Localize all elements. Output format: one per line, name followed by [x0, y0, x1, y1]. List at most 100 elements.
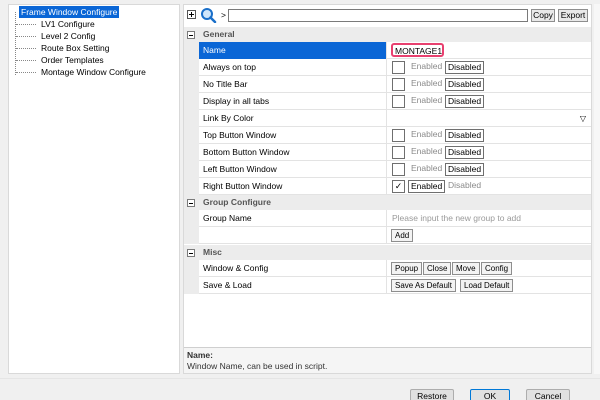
tree-item-frame-window-configure[interactable]: Frame Window Configure — [19, 6, 120, 18]
scrollbar[interactable] — [594, 4, 600, 374]
save-as-default-button[interactable]: Save As Default — [391, 279, 456, 292]
name-value-input[interactable]: MONTAGE1 — [391, 43, 444, 57]
group-name-input[interactable]: Please input the new group to add — [388, 210, 591, 227]
section-group-label: Group Configure — [203, 197, 271, 207]
row-gutter — [184, 127, 199, 144]
row-add: Add — [184, 227, 591, 244]
section-misc-label: Misc — [203, 247, 222, 257]
disabled-option[interactable]: Disabled — [445, 78, 485, 91]
section-misc[interactable]: Misc — [184, 245, 591, 260]
tree-branch — [16, 72, 36, 73]
row-gutter — [184, 260, 199, 277]
property-grid: General Name MONTAGE1 Always on top Enab… — [184, 27, 591, 347]
section-general[interactable]: General — [184, 27, 591, 42]
restore-button[interactable]: Restore — [410, 389, 454, 400]
value-cell: Enabled Disabled — [388, 76, 591, 93]
tree-item-route-box-setting[interactable]: Route Box Setting — [39, 42, 112, 54]
row-label: Save & Load — [199, 277, 387, 294]
row-gutter — [184, 93, 199, 110]
value-cell: Enabled Disabled — [388, 93, 591, 110]
collapse-icon[interactable] — [187, 249, 195, 257]
popup-button[interactable]: Popup — [391, 262, 423, 275]
row-right-button-window: Right Button Window ✓ Enabled Disabled — [184, 178, 591, 195]
expand-all-icon[interactable] — [187, 10, 196, 19]
config-tree[interactable]: Frame Window Configure LV1 Configure Lev… — [8, 4, 180, 374]
export-button[interactable]: Export — [558, 9, 588, 22]
divider — [0, 378, 600, 379]
close-button[interactable]: Close — [423, 262, 452, 275]
disabled-option[interactable]: Disabled — [445, 129, 485, 142]
row-label: Group Name — [199, 210, 387, 227]
bottom-button-window-checkbox[interactable] — [392, 146, 405, 159]
enabled-option[interactable]: Enabled — [409, 163, 444, 176]
tree-item-level-2-config[interactable]: Level 2 Config — [39, 30, 97, 42]
row-bottom-button-window: Bottom Button Window Enabled Disabled — [184, 144, 591, 161]
tree-branch — [16, 24, 36, 25]
enabled-option[interactable]: Enabled — [409, 129, 444, 142]
row-group-name: Group Name Please input the new group to… — [184, 210, 591, 227]
row-left-button-window: Left Button Window Enabled Disabled — [184, 161, 591, 178]
add-group-button[interactable]: Add — [391, 229, 414, 242]
cancel-button[interactable]: Cancel — [526, 389, 570, 400]
property-panel: > Copy Export General Name MONTAGE1 Alwa… — [183, 4, 592, 374]
row-label: Display in all tabs — [199, 93, 387, 110]
disabled-option[interactable]: Disabled — [445, 95, 485, 108]
disabled-option[interactable]: Disabled — [446, 180, 483, 193]
config-button[interactable]: Config — [481, 262, 513, 275]
enabled-option[interactable]: Enabled — [409, 78, 444, 91]
row-always-on-top: Always on top Enabled Disabled — [184, 59, 591, 76]
row-link-by-color: Link By Color ▽ — [184, 110, 591, 127]
load-default-button[interactable]: Load Default — [460, 279, 514, 292]
tree-item-order-templates[interactable]: Order Templates — [39, 54, 106, 66]
disabled-option[interactable]: Disabled — [445, 146, 485, 159]
value-cell: Enabled Disabled — [388, 59, 591, 76]
no-title-bar-checkbox[interactable] — [392, 78, 405, 91]
copy-button[interactable]: Copy — [531, 9, 555, 22]
row-name[interactable]: Name MONTAGE1 — [184, 42, 591, 59]
search-icon[interactable] — [200, 7, 218, 24]
value-cell: Enabled Disabled — [388, 161, 591, 178]
ok-button[interactable]: OK — [470, 389, 510, 400]
disabled-option[interactable]: Disabled — [445, 61, 485, 74]
checkmark-icon[interactable]: ✓ — [392, 180, 405, 193]
row-label: Top Button Window — [199, 127, 387, 144]
row-label: Bottom Button Window — [199, 144, 387, 161]
row-label: Link By Color — [199, 110, 387, 127]
left-button-window-checkbox[interactable] — [392, 163, 405, 176]
row-label: Window & Config — [199, 260, 387, 277]
value-cell: Save As Default Load Default — [388, 277, 591, 294]
collapse-icon[interactable] — [187, 31, 195, 39]
disabled-option[interactable]: Disabled — [445, 163, 485, 176]
value-cell: Enabled Disabled — [388, 144, 591, 161]
group-name-placeholder: Please input the new group to add — [392, 213, 522, 223]
description-title: Name: — [187, 350, 213, 360]
link-by-color-dropdown[interactable]: ▽ — [388, 110, 591, 127]
tree-item-lv1-configure[interactable]: LV1 Configure — [39, 18, 97, 30]
row-gutter — [184, 161, 199, 178]
enabled-option[interactable]: Enabled — [409, 61, 444, 74]
enabled-option[interactable]: Enabled — [409, 95, 444, 108]
tree-item-montage-window-configure[interactable]: Montage Window Configure — [39, 66, 148, 78]
row-label: Right Button Window — [199, 178, 387, 195]
row-label: No Title Bar — [199, 76, 387, 93]
search-input[interactable] — [228, 9, 528, 22]
move-button[interactable]: Move — [452, 262, 480, 275]
row-gutter — [184, 210, 199, 227]
value-cell: Add — [388, 227, 591, 244]
enabled-option[interactable]: Enabled — [408, 180, 446, 193]
always-on-top-checkbox[interactable] — [392, 61, 405, 74]
section-general-label: General — [203, 29, 235, 39]
row-name-value-cell: MONTAGE1 — [388, 42, 591, 59]
row-gutter — [184, 144, 199, 161]
enabled-option[interactable]: Enabled — [409, 146, 444, 159]
tree-branch — [16, 36, 36, 37]
value-cell: Popup Close Move Config — [388, 260, 591, 277]
dropdown-arrow-icon[interactable]: ▽ — [580, 110, 586, 127]
display-in-all-tabs-checkbox[interactable] — [392, 95, 405, 108]
top-button-window-checkbox[interactable] — [392, 129, 405, 142]
row-gutter — [184, 76, 199, 93]
toolbar: > Copy Export — [184, 5, 591, 25]
collapse-icon[interactable] — [187, 199, 195, 207]
row-display-in-all-tabs: Display in all tabs Enabled Disabled — [184, 93, 591, 110]
section-group-configure[interactable]: Group Configure — [184, 195, 591, 210]
